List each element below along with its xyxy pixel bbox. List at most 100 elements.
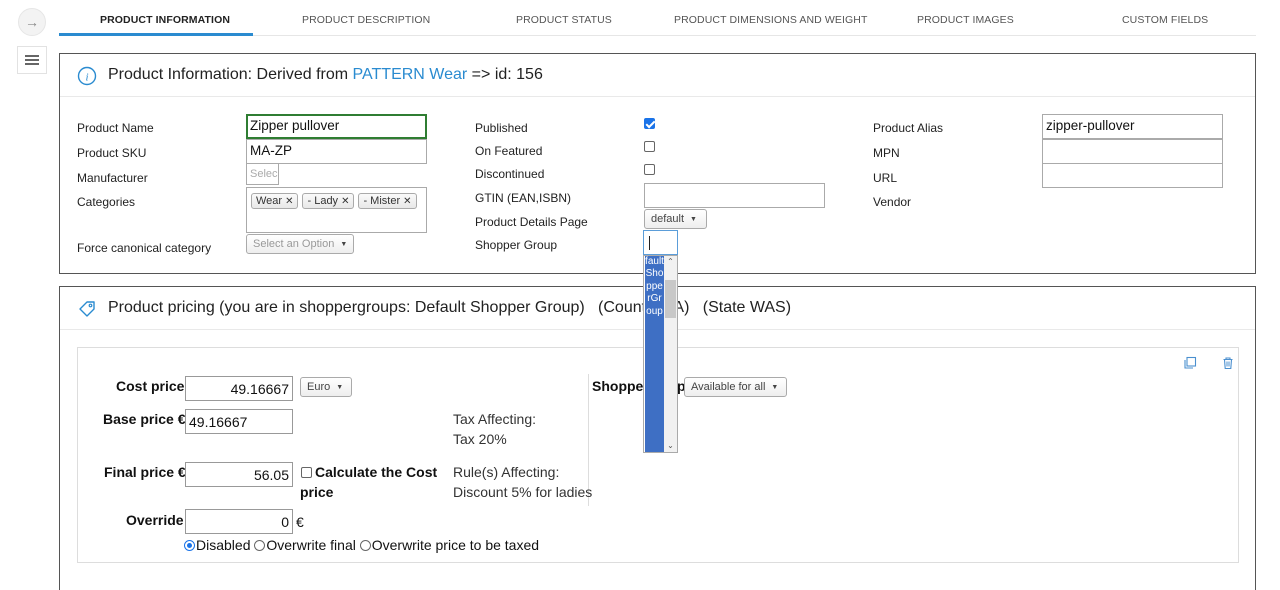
scroll-up-icon[interactable]: ⌃ [664, 256, 677, 268]
chevron-down-icon: ▼ [340, 240, 348, 248]
cost-price-label: Cost price [116, 378, 185, 394]
select-value: Select an Option [253, 238, 335, 250]
rules-affecting-value: Discount 5% for ladies [453, 484, 593, 500]
currency-select[interactable]: Euro ▼ [300, 377, 352, 397]
product-sku-input[interactable]: MA-ZP [246, 139, 427, 164]
chip-label: Wear [256, 195, 283, 207]
published-label: Published [475, 121, 528, 135]
radio-overwrite-final[interactable]: Overwrite final [254, 537, 356, 553]
category-chip[interactable]: - Lady ✕ [302, 193, 355, 209]
calculate-cost-label: Calculate the Cost [315, 464, 438, 480]
pricing-title-text: Product pricing (you are in shoppergroup… [108, 299, 660, 316]
radio-disabled[interactable]: Disabled [184, 537, 250, 553]
vendor-label: Vendor [873, 195, 912, 209]
pricing-title: Product pricing (you are in shoppergroup… [108, 299, 791, 317]
category-chip[interactable]: - Mister ✕ [358, 193, 417, 209]
clone-icon[interactable] [1183, 356, 1197, 370]
back-arrow-button[interactable]: → [18, 8, 46, 36]
rules-affecting-label: Rule(s) Affecting: [453, 464, 560, 480]
discontinued-label: Discontinued [475, 167, 545, 181]
select-value: Euro [307, 381, 331, 393]
tab-product-dimensions[interactable]: PRODUCT DIMENSIONS AND WEIGHT [674, 14, 867, 26]
categories-multiselect[interactable]: Wear ✕ - Lady ✕ - Mister ✕ [246, 187, 427, 233]
mpn-input[interactable] [1042, 139, 1223, 164]
override-label: Override [126, 512, 184, 528]
product-sku-label: Product SKU [77, 146, 147, 160]
url-label: URL [873, 171, 898, 185]
scroll-down-icon[interactable]: ⌄ [664, 440, 677, 452]
chevron-down-icon: ▼ [690, 215, 697, 223]
panel-header: i Product Information: Derived from PATT… [60, 54, 1255, 97]
calculate-cost-checkbox[interactable] [301, 467, 312, 478]
radio-icon [359, 540, 371, 551]
radio-label: Overwrite final [266, 537, 356, 553]
radio-label: Disabled [196, 537, 251, 553]
force-canonical-label: Force canonical category [77, 241, 212, 255]
shopper-group-price-label: Shopper [592, 378, 649, 394]
chevron-down-icon: ▼ [771, 383, 779, 391]
tab-product-status[interactable]: PRODUCT STATUS [516, 14, 612, 26]
chip-label: - Mister [363, 195, 401, 207]
radio-overwrite-taxed[interactable]: Overwrite price to be taxed [359, 537, 540, 553]
base-price-input[interactable]: 49.16667 [185, 409, 293, 434]
parent-product-link[interactable]: PATTERN Wear [353, 66, 468, 83]
override-radio-group: Disabled Overwrite final Overwrite price… [184, 537, 539, 553]
shopper-group-options: faultShopperGroup ⌃ ⌄ [643, 255, 678, 453]
manufacturer-select[interactable]: Selec [246, 163, 279, 185]
gtin-label: GTIN (EAN,ISBN) [475, 191, 572, 205]
svg-text:i: i [85, 72, 88, 84]
product-alias-label: Product Alias [873, 121, 944, 135]
active-tab-indicator [59, 33, 253, 36]
manufacturer-label: Manufacturer [77, 171, 148, 185]
product-name-input[interactable]: Zipper pullover [246, 114, 427, 139]
shopper-group-label: Shopper Group [475, 238, 558, 252]
scrollbar-thumb[interactable] [665, 280, 676, 318]
product-alias-input[interactable]: zipper-pullover [1042, 114, 1223, 139]
remove-icon[interactable]: ✕ [341, 196, 349, 207]
tax-affecting-value: Tax 20% [453, 431, 507, 447]
tab-custom-fields[interactable]: CUSTOM FIELDS [1122, 14, 1208, 26]
shopper-group-dropdown[interactable]: faultShopperGroup ⌃ ⌄ [643, 230, 678, 453]
discontinued-checkbox[interactable] [644, 164, 655, 175]
tax-affecting-label: Tax Affecting: [453, 411, 537, 427]
pricing-title-tail: A) (State WAS) [673, 299, 792, 316]
select-value: Available for all [691, 381, 766, 393]
on-featured-checkbox[interactable] [644, 141, 655, 152]
info-icon: i [77, 66, 97, 86]
product-tabs [59, 0, 1256, 36]
shopper-group-option[interactable]: faultShopperGroup [645, 256, 664, 452]
shopper-group-search-input[interactable] [643, 230, 678, 255]
tab-product-description[interactable]: PRODUCT DESCRIPTION [302, 14, 430, 26]
final-price-input[interactable]: 56.05 [185, 462, 293, 487]
radio-label: Overwrite price to be taxed [371, 537, 540, 553]
trash-icon[interactable] [1221, 356, 1235, 370]
tab-product-information[interactable]: PRODUCT INFORMATION [100, 14, 230, 26]
published-checkbox[interactable] [644, 118, 655, 129]
cost-price-input[interactable]: 49.16667 [185, 376, 293, 401]
final-price-label: Final price € [104, 464, 186, 480]
url-input[interactable] [1042, 163, 1223, 188]
chevron-down-icon: ▼ [336, 383, 344, 391]
panel-title: Product Information: Derived from PATTER… [108, 66, 543, 84]
gtin-input[interactable] [644, 183, 825, 208]
product-name-label: Product Name [77, 121, 154, 135]
base-price-label: Base price € [103, 411, 186, 427]
remove-icon[interactable]: ✕ [285, 196, 293, 207]
remove-icon[interactable]: ✕ [403, 196, 411, 207]
text-caret [649, 236, 650, 250]
menu-toggle-button[interactable] [17, 46, 47, 74]
title-suffix: => id: 156 [467, 66, 543, 83]
category-chip[interactable]: Wear ✕ [251, 193, 299, 209]
tab-product-images[interactable]: PRODUCT IMAGES [917, 14, 1014, 26]
force-canonical-select[interactable]: Select an Option ▼ [246, 234, 354, 254]
select-value: default [651, 213, 685, 225]
details-page-select[interactable]: default ▼ [644, 209, 707, 229]
shopper-group-price-select[interactable]: Available for all ▼ [684, 377, 787, 397]
tag-icon [79, 301, 95, 317]
calculate-cost-label-2: price [300, 484, 334, 500]
override-input[interactable]: 0 [185, 509, 293, 534]
mpn-label: MPN [873, 146, 900, 160]
radio-icon [184, 540, 195, 551]
hamburger-icon [25, 59, 39, 61]
dropdown-scrollbar[interactable]: ⌃ ⌄ [664, 256, 677, 452]
